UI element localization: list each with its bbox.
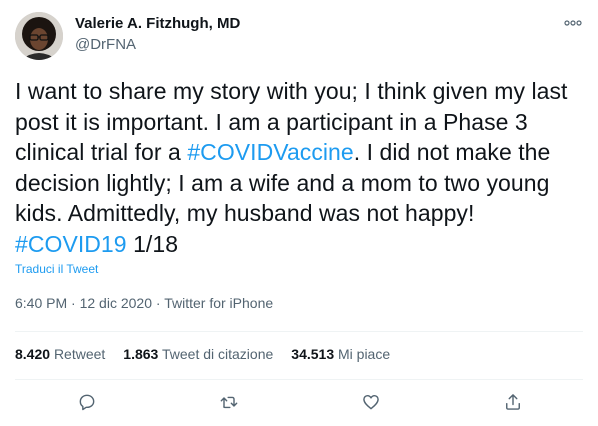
- tweet-source[interactable]: Twitter for iPhone: [164, 295, 273, 311]
- author-handle[interactable]: @DrFNA: [75, 36, 136, 53]
- retweet-count-number: 8.420: [15, 346, 51, 362]
- retweet-count-label: Retweet: [53, 346, 106, 362]
- tweet-text: I want to share my story with you; I thi…: [15, 76, 585, 259]
- reply-icon: [79, 394, 95, 411]
- engagement-stats: 8.420 Retweet 1.863 Tweet di citazione 3…: [15, 346, 390, 362]
- retweet-icon: [220, 396, 238, 409]
- tweet-container: Valerie A. Fitzhugh, MD @DrFNA I want to…: [0, 0, 598, 426]
- share-button[interactable]: [499, 388, 527, 416]
- hashtag-covid19[interactable]: #COVID19: [15, 231, 127, 257]
- quote-count-label: Tweet di citazione: [161, 346, 274, 362]
- hashtag-covidvaccine[interactable]: #COVIDVaccine: [187, 139, 353, 165]
- retweet-count[interactable]: 8.420 Retweet: [15, 346, 105, 362]
- tweet-time[interactable]: 6:40 PM: [15, 295, 67, 311]
- like-icon: [363, 394, 379, 410]
- translate-tweet-link[interactable]: Traduci il Tweet: [15, 262, 98, 276]
- reply-button[interactable]: [73, 388, 101, 416]
- more-button[interactable]: [562, 12, 584, 34]
- like-button[interactable]: [357, 388, 385, 416]
- action-bar: [0, 388, 598, 416]
- meta-separator: ·: [67, 295, 80, 311]
- avatar[interactable]: [15, 12, 63, 60]
- quote-count-number: 1.863: [123, 346, 159, 362]
- tweet-text-segment: 1/18: [126, 230, 179, 257]
- tweet-date[interactable]: 12 dic 2020: [80, 295, 152, 311]
- more-icon: [564, 20, 582, 26]
- divider: [15, 331, 583, 332]
- divider: [15, 379, 583, 380]
- quote-count[interactable]: 1.863 Tweet di citazione: [123, 346, 273, 362]
- like-count[interactable]: 34.513 Mi piace: [291, 346, 390, 362]
- tweet-meta: 6:40 PM · 12 dic 2020 · Twitter for iPho…: [15, 295, 273, 311]
- share-icon: [506, 394, 520, 410]
- retweet-button[interactable]: [215, 388, 243, 416]
- like-count-label: Mi piace: [338, 346, 391, 362]
- meta-separator: ·: [152, 295, 165, 311]
- like-count-number: 34.513: [291, 346, 335, 362]
- author-name[interactable]: Valerie A. Fitzhugh, MD: [75, 15, 240, 32]
